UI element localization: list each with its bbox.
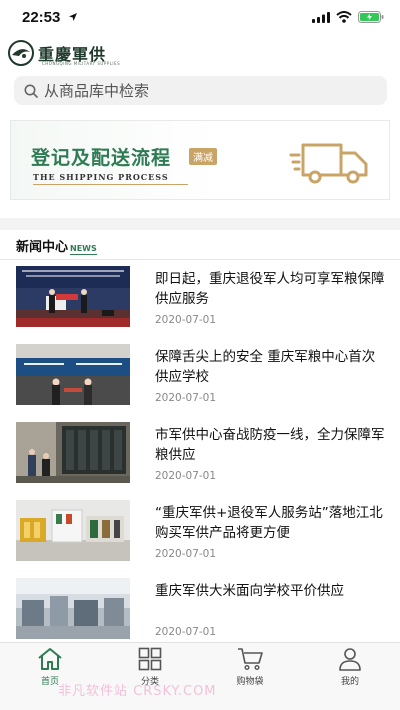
shipping-process-banner[interactable]: 登记及配送流程 满减 THE SHIPPING PROCESS [10, 120, 390, 200]
signal-icon [312, 11, 330, 23]
cart-icon [238, 648, 263, 671]
bottom-tab-bar: 首页 分类 购物袋 我的 [0, 642, 400, 710]
logo-emblem-icon [8, 40, 34, 66]
search-icon [24, 84, 38, 98]
banner-subtitle: THE SHIPPING PROCESS [33, 172, 169, 182]
banner-divider [33, 184, 188, 185]
brand-logo[interactable]: 重慶軍供 CHONGQING MILITARY SUPPLIES [8, 40, 120, 66]
user-icon [339, 648, 361, 671]
news-thumbnail [16, 500, 130, 561]
news-item[interactable]: 重庆军供大米面向学校平价供应 2020-07-01 [0, 572, 400, 650]
news-item[interactable]: 市军供中心奋战防疫一线，全力保障军粮供应 2020-07-01 [0, 416, 400, 494]
search-bar[interactable] [14, 76, 387, 105]
section-separator [0, 218, 400, 230]
status-time: 22:53 [22, 9, 61, 26]
news-section-title: 新闻中心 [16, 240, 69, 255]
tab-profile-label: 我的 [340, 677, 359, 687]
grid-icon [138, 647, 162, 671]
news-title: “重庆军供+退役军人服务站”落地江北 购买军供产品将更方便 [155, 505, 383, 541]
banner-title: 登记及配送流程 [31, 147, 172, 169]
news-item[interactable]: “重庆军供+退役军人服务站”落地江北 购买军供产品将更方便 2020-07-01 [0, 494, 400, 572]
news-date: 2020-07-01 [155, 626, 217, 638]
wifi-icon [336, 11, 352, 23]
tab-cart[interactable]: 购物袋 [210, 647, 290, 687]
logo-subtitle: CHONGQING MILITARY SUPPLIES [42, 61, 121, 66]
news-thumbnail [16, 578, 130, 639]
news-date: 2020-07-01 [155, 392, 217, 404]
news-date: 2020-07-01 [155, 548, 217, 560]
news-section-header: 新闻中心 NEWS [16, 236, 97, 255]
news-section-title-en: NEWS [70, 244, 97, 255]
home-icon [38, 648, 62, 670]
tab-cart-label: 购物袋 [236, 677, 264, 687]
news-title: 即日起，重庆退役军人均可享军粮保障供应服务 [155, 271, 385, 307]
status-bar: 22:53 [0, 0, 400, 36]
news-thumbnail [16, 266, 130, 327]
battery-charging-icon [358, 11, 384, 23]
watermark: 非凡软件站 CRSKY.COM [58, 684, 217, 699]
status-icons [312, 11, 384, 23]
news-title: 保障舌尖上的安全 重庆军粮中心首次供应学校 [155, 349, 376, 385]
app-header: 重慶軍供 CHONGQING MILITARY SUPPLIES [0, 36, 400, 72]
news-title: 市军供中心奋战防疫一线，全力保障军粮供应 [155, 427, 385, 463]
banner-tag: 满减 [189, 148, 217, 165]
news-item[interactable]: 保障舌尖上的安全 重庆军粮中心首次供应学校 2020-07-01 [0, 338, 400, 416]
tab-profile[interactable]: 我的 [310, 647, 390, 687]
news-title: 重庆军供大米面向学校平价供应 [155, 583, 344, 599]
delivery-truck-icon [289, 143, 368, 184]
news-thumbnail [16, 344, 130, 405]
news-date: 2020-07-01 [155, 470, 217, 482]
news-item[interactable]: 即日起，重庆退役军人均可享军粮保障供应服务 2020-07-01 [0, 260, 400, 338]
news-date: 2020-07-01 [155, 314, 217, 326]
search-input[interactable] [44, 81, 364, 100]
location-arrow-icon [69, 13, 77, 21]
news-thumbnail [16, 422, 130, 483]
